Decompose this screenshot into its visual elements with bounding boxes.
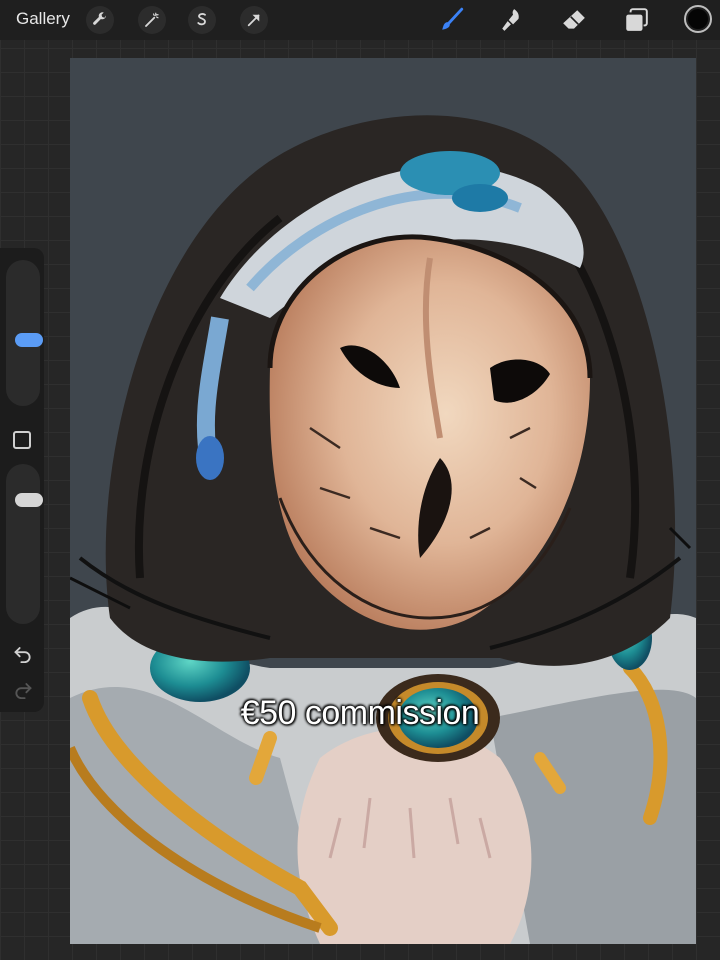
color-picker-button[interactable]	[684, 5, 712, 33]
top-toolbar: Gallery	[0, 0, 720, 40]
wrench-icon[interactable]	[86, 6, 114, 34]
layers-icon[interactable]	[620, 4, 652, 36]
undo-icon[interactable]	[12, 642, 34, 664]
opacity-slider[interactable]	[6, 464, 43, 624]
transform-arrow-icon[interactable]	[240, 6, 268, 34]
smudge-icon[interactable]	[496, 4, 528, 36]
modify-button[interactable]	[13, 431, 31, 449]
brush-size-handle[interactable]	[15, 333, 43, 347]
opacity-handle[interactable]	[15, 493, 43, 507]
caption-overlay: €50 commission	[240, 694, 480, 732]
selection-s-icon[interactable]	[188, 6, 216, 34]
brush-size-slider[interactable]	[6, 260, 43, 406]
active-color-swatch	[688, 9, 708, 29]
owl-artwork	[70, 58, 696, 944]
brush-icon[interactable]	[436, 4, 468, 36]
drawing-canvas[interactable]	[70, 58, 696, 944]
eraser-icon[interactable]	[558, 4, 590, 36]
left-sidebar	[0, 248, 44, 712]
magic-wand-icon[interactable]	[138, 6, 166, 34]
gallery-button[interactable]: Gallery	[16, 9, 70, 29]
